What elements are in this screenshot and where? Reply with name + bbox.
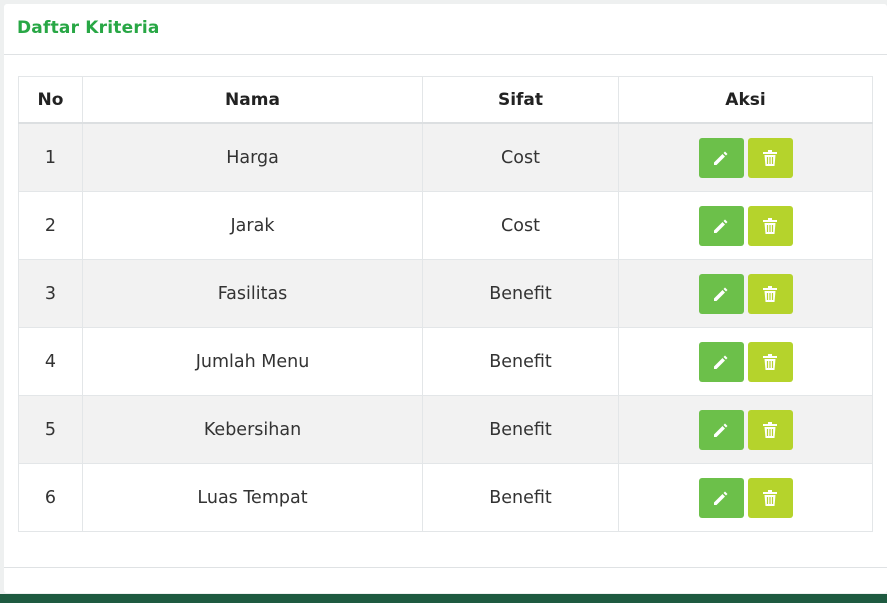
- pencil-icon: [714, 151, 728, 165]
- cell-no: 2: [18, 191, 83, 260]
- cell-nama: Luas Tempat: [82, 463, 423, 532]
- edit-button[interactable]: [698, 137, 744, 178]
- cell-no: 3: [18, 259, 83, 328]
- cell-aksi: [618, 122, 873, 192]
- cell-sifat: Benefit: [422, 395, 619, 464]
- edit-button[interactable]: [698, 341, 744, 382]
- trash-icon: [763, 421, 777, 438]
- cell-nama: Fasilitas: [82, 259, 423, 328]
- cell-aksi: [618, 259, 873, 328]
- cell-no: 5: [18, 395, 83, 464]
- edit-button[interactable]: [698, 477, 744, 518]
- cell-nama: Jarak: [82, 191, 423, 260]
- cell-nama: Harga: [82, 122, 423, 192]
- delete-button[interactable]: [747, 205, 793, 246]
- table-row: 6 Luas Tempat Benefit: [18, 463, 873, 532]
- pencil-icon: [714, 219, 728, 233]
- header-aksi: Aksi: [618, 76, 873, 124]
- cell-aksi: [618, 463, 873, 532]
- trash-icon: [763, 149, 777, 166]
- table-header-row: No Nama Sifat Aksi: [18, 76, 873, 124]
- trash-icon: [763, 285, 777, 302]
- trash-icon: [763, 217, 777, 234]
- cell-sifat: Cost: [422, 122, 619, 192]
- card-header: Daftar Kriteria: [4, 4, 887, 55]
- cell-no: 4: [18, 327, 83, 396]
- trash-icon: [763, 353, 777, 370]
- cell-sifat: Benefit: [422, 327, 619, 396]
- pencil-icon: [714, 287, 728, 301]
- header-sifat: Sifat: [422, 76, 619, 124]
- cell-aksi: [618, 191, 873, 260]
- cell-aksi: [618, 327, 873, 396]
- criteria-table: No Nama Sifat Aksi 1 Harga Cost 2 Jarak …: [18, 76, 873, 532]
- delete-button[interactable]: [747, 409, 793, 450]
- cell-sifat: Benefit: [422, 259, 619, 328]
- table-row: 2 Jarak Cost: [18, 191, 873, 260]
- table-row: 5 Kebersihan Benefit: [18, 395, 873, 464]
- edit-button[interactable]: [698, 409, 744, 450]
- header-no: No: [18, 76, 83, 124]
- header-nama: Nama: [82, 76, 423, 124]
- pencil-icon: [714, 491, 728, 505]
- delete-button[interactable]: [747, 137, 793, 178]
- criteria-card: Daftar Kriteria No Nama Sifat Aksi 1 Har…: [4, 4, 887, 593]
- trash-icon: [763, 489, 777, 506]
- cell-no: 6: [18, 463, 83, 532]
- table-row: 4 Jumlah Menu Benefit: [18, 327, 873, 396]
- pencil-icon: [714, 355, 728, 369]
- delete-button[interactable]: [747, 477, 793, 518]
- cell-aksi: [618, 395, 873, 464]
- table-row: 3 Fasilitas Benefit: [18, 259, 873, 328]
- card-footer-divider: [4, 567, 887, 568]
- edit-button[interactable]: [698, 273, 744, 314]
- pencil-icon: [714, 423, 728, 437]
- cell-sifat: Benefit: [422, 463, 619, 532]
- table-row: 1 Harga Cost: [18, 122, 873, 192]
- cell-nama: Jumlah Menu: [82, 327, 423, 396]
- delete-button[interactable]: [747, 341, 793, 382]
- cell-no: 1: [18, 122, 83, 192]
- card-title: Daftar Kriteria: [17, 18, 160, 38]
- edit-button[interactable]: [698, 205, 744, 246]
- cell-nama: Kebersihan: [82, 395, 423, 464]
- delete-button[interactable]: [747, 273, 793, 314]
- bottom-bar: [0, 594, 887, 603]
- cell-sifat: Cost: [422, 191, 619, 260]
